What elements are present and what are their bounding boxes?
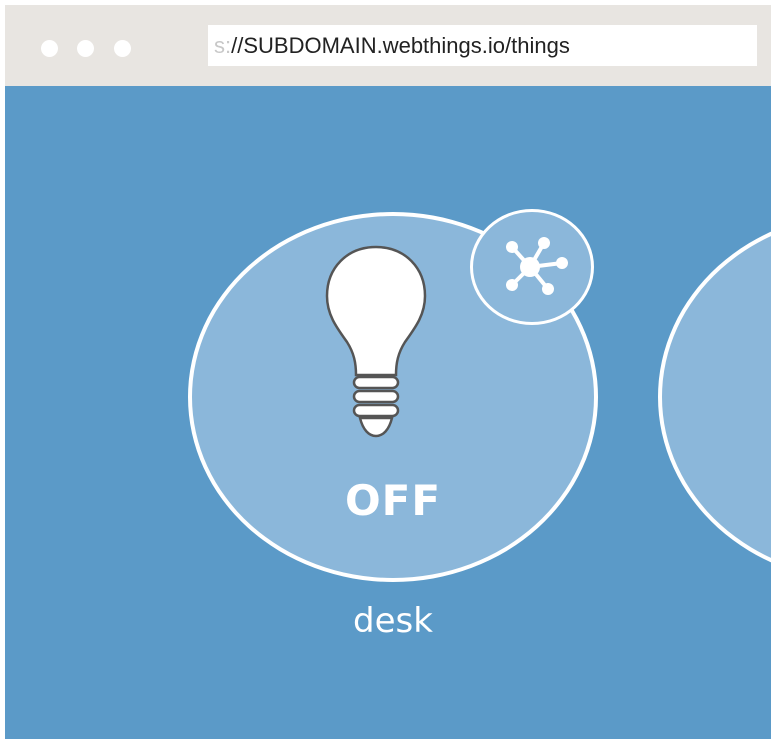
browser-toolbar: s://SUBDOMAIN.webthings.io/things [5,5,771,86]
thing-network-icon [506,237,568,295]
thing-name-label: desk [353,601,433,641]
address-bar[interactable]: s://SUBDOMAIN.webthings.io/things [208,25,757,66]
window-close-dot[interactable] [41,40,58,57]
url-text: //SUBDOMAIN.webthings.io/things [231,33,570,58]
browser-window: s://SUBDOMAIN.webthings.io/things OFF de… [5,5,771,739]
window-minimize-dot[interactable] [77,40,94,57]
light-bulb-icon [325,245,427,438]
thing-tile-next[interactable] [658,212,771,582]
thing-state-label: OFF [344,476,442,525]
window-maximize-dot[interactable] [114,40,131,57]
things-page: OFF desk [5,86,771,739]
url-prefix: s: [214,33,232,58]
